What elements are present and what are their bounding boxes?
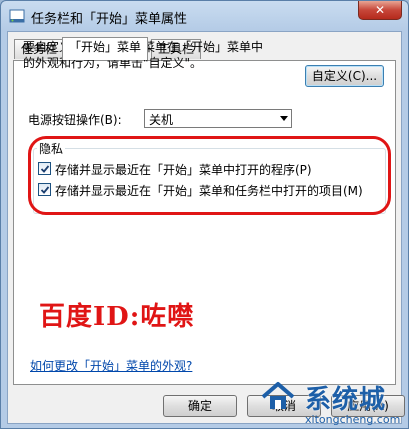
close-button[interactable]: ✕: [358, 1, 402, 20]
logo-url: xitongcheng.com: [305, 413, 401, 426]
logo-house-icon: [261, 382, 295, 409]
window-title: 任务栏和「开始」菜单属性: [31, 12, 188, 27]
logo-text: 系统城: [305, 385, 387, 415]
customize-button[interactable]: 自定义(C)...: [305, 65, 384, 87]
help-link[interactable]: 如何更改「开始」菜单的外观?: [30, 357, 192, 374]
tab-start-menu[interactable]: 「开始」菜单: [62, 37, 149, 60]
power-button-select[interactable]: 关机: [144, 109, 292, 128]
power-button-value: 关机: [149, 113, 174, 127]
title-bar[interactable]: 任务栏和「开始」菜单属性 ✕: [1, 1, 408, 31]
chevron-down-icon: [280, 116, 288, 121]
annotation-highlight: [28, 136, 391, 215]
baidu-id-watermark: 百度ID:咗噤: [39, 302, 195, 332]
power-button-label: 电源按钮操作(B):: [28, 113, 122, 127]
properties-window: 任务栏和「开始」菜单属性 ✕ 任务栏 「开始」菜单 工具栏 要自定义链接、图标和…: [0, 0, 409, 429]
ok-button[interactable]: 确定: [163, 395, 237, 417]
site-logo: 系统城 xitongcheng.com: [255, 379, 408, 428]
taskbar-properties-icon: [9, 8, 25, 24]
